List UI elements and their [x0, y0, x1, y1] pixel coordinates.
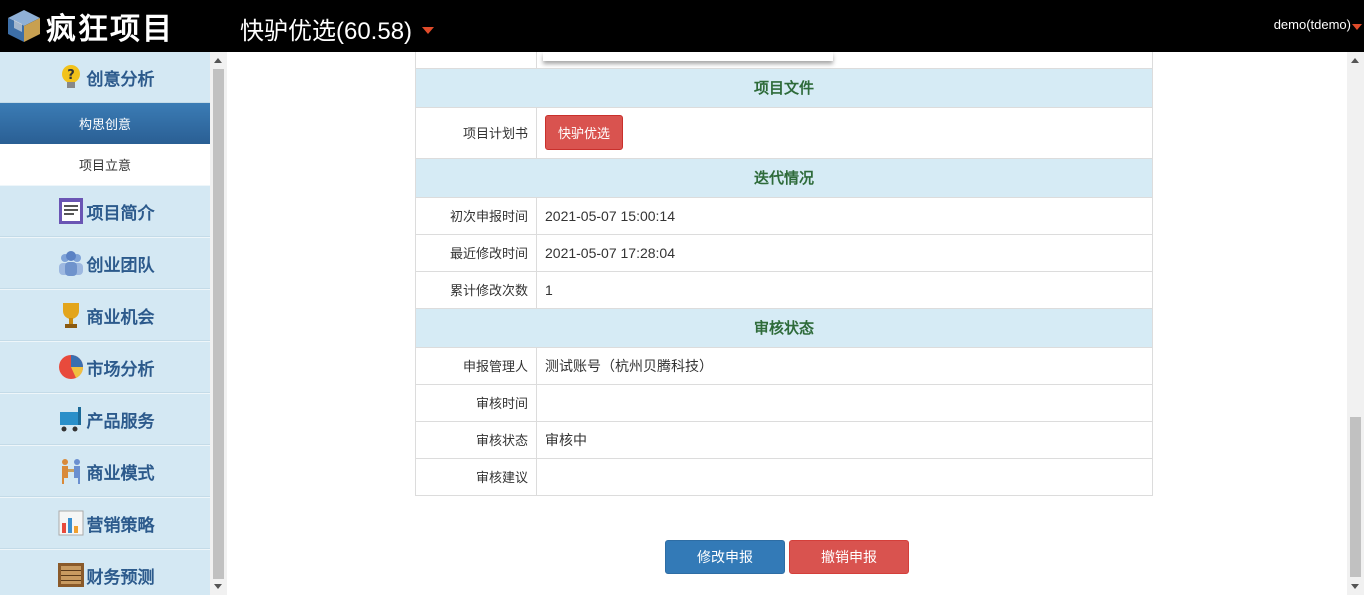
- svg-text:?: ?: [67, 68, 75, 83]
- project-selector[interactable]: 快驴优选(60.58): [240, 11, 435, 46]
- scroll-up-arrow-icon[interactable]: [214, 58, 222, 63]
- sidebar-item-opportunity[interactable]: 商业机会: [0, 289, 210, 341]
- table-row: 初次申报时间 2021-05-07 15:00:14: [415, 196, 1153, 235]
- table-row: 审核状态 审核中: [415, 420, 1153, 459]
- pie-chart-icon: [58, 355, 83, 379]
- trophy-icon: [62, 303, 79, 328]
- table-row: 审核时间: [415, 383, 1153, 422]
- sidebar-item-creative-analysis[interactable]: ? 创意分析: [0, 52, 210, 103]
- lightbulb-question-icon: ?: [61, 65, 80, 88]
- sidebar-scroll-thumb[interactable]: [213, 69, 224, 579]
- revoke-declaration-button[interactable]: 撤销申报: [789, 540, 909, 574]
- sidebar-item-product-service[interactable]: 产品服务: [0, 393, 210, 445]
- section-header-review: 审核状态: [415, 307, 1153, 348]
- handshake-icon: [61, 459, 80, 484]
- user-menu[interactable]: demo(tdemo): [1274, 17, 1362, 32]
- section-header-files: 项目文件: [415, 67, 1153, 108]
- table-row: 审核建议: [415, 457, 1153, 496]
- section-header-iteration: 迭代情况: [415, 157, 1153, 198]
- sidebar-item-financial-forecast[interactable]: 财务预测: [0, 549, 210, 595]
- sidebar-item-project-intro[interactable]: 项目简介: [0, 185, 210, 237]
- sidebar-scrollbar[interactable]: [210, 52, 227, 595]
- table-row: 累计修改次数 1: [415, 270, 1153, 309]
- app-logo[interactable]: 疯狂项目: [4, 6, 174, 47]
- main-scroll-thumb[interactable]: [1350, 417, 1361, 577]
- action-buttons: 修改申报 撤销申报: [665, 540, 909, 574]
- logo-text: 疯狂项目: [46, 12, 174, 47]
- plan-label: 项目计划书: [415, 106, 537, 159]
- sidebar-item-team[interactable]: 创业团队: [0, 237, 210, 289]
- popup-panel-edge: [543, 52, 833, 61]
- declaration-table: 项目文件 项目计划书 快驴优选 迭代情况 初次申报时间 2021-05-07 1…: [415, 52, 1153, 496]
- chevron-down-icon: [1352, 23, 1362, 30]
- scroll-down-arrow-icon[interactable]: [1351, 584, 1359, 589]
- user-name: demo(tdemo): [1273, 17, 1351, 32]
- document-icon: [58, 198, 83, 224]
- sidebar: ? 创意分析 构思创意 项目立意 项目简介 创业团队 商业机会 市场分析 产品服…: [0, 52, 210, 595]
- abacus-icon: [57, 563, 84, 587]
- plan-file-button[interactable]: 快驴优选: [545, 115, 624, 150]
- sidebar-subitem-positioning[interactable]: 项目立意: [0, 144, 210, 185]
- table-row: 申报管理人 测试账号（杭州贝腾科技）: [415, 346, 1153, 385]
- project-title: 快驴优选(60.58): [240, 18, 413, 45]
- top-header: 疯狂项目 快驴优选(60.58) demo(tdemo): [0, 0, 1364, 52]
- team-icon: [58, 251, 83, 276]
- bar-chart-icon: [58, 510, 83, 536]
- sidebar-subitem-ideation[interactable]: 构思创意: [0, 103, 210, 144]
- sidebar-item-marketing[interactable]: 营销策略: [0, 497, 210, 549]
- table-row: 最近修改时间 2021-05-07 17:28:04: [415, 233, 1153, 272]
- chevron-down-icon: [422, 27, 435, 34]
- table-row: 项目计划书 快驴优选: [415, 106, 1153, 159]
- sidebar-item-business-model[interactable]: 商业模式: [0, 445, 210, 497]
- scroll-down-arrow-icon[interactable]: [214, 584, 222, 589]
- cube-logo-icon: [8, 10, 40, 42]
- sidebar-item-market-analysis[interactable]: 市场分析: [0, 341, 210, 393]
- modify-declaration-button[interactable]: 修改申报: [665, 540, 785, 574]
- cart-icon: [59, 407, 81, 432]
- main-scrollbar[interactable]: [1347, 52, 1364, 595]
- scroll-up-arrow-icon[interactable]: [1351, 58, 1359, 63]
